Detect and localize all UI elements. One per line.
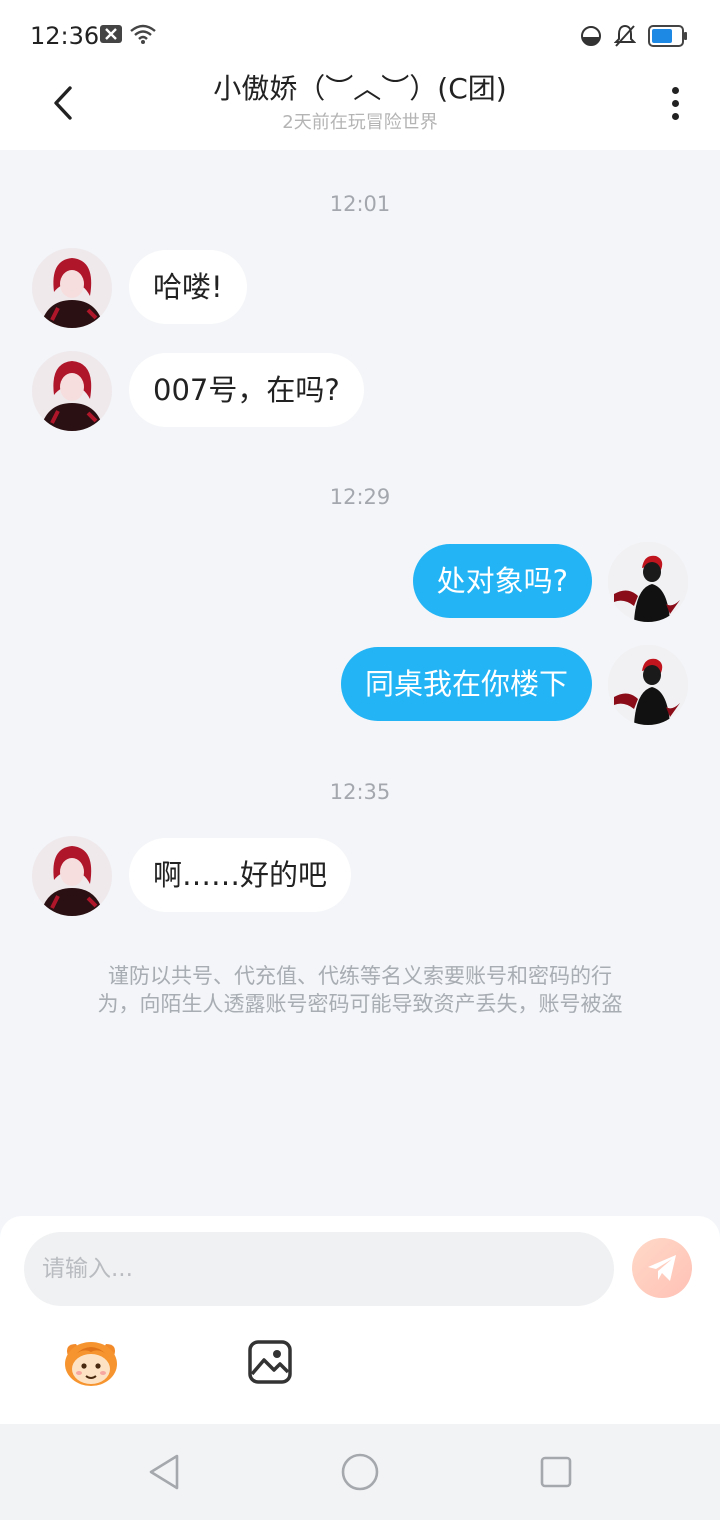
more-options-button[interactable]	[660, 80, 690, 126]
emoji-face-icon	[65, 1342, 117, 1386]
message-timestamp: 12:01	[329, 192, 391, 216]
message-input[interactable]	[24, 1232, 614, 1306]
paper-plane-icon	[648, 1255, 676, 1281]
contact-avatar[interactable]	[32, 351, 112, 431]
system-nav-bar	[0, 1424, 720, 1520]
mute-bell-icon	[613, 24, 637, 52]
message-timestamp: 12:29	[329, 485, 391, 509]
send-button[interactable]	[632, 1238, 692, 1298]
warning-line: 谨防以共号、代充值、代练等名义索要账号和密码的行	[108, 964, 612, 988]
image-icon	[248, 1340, 292, 1384]
wifi-icon	[130, 24, 156, 48]
triangle-back-icon	[149, 1454, 179, 1490]
message-row-outgoing: 处对象吗?	[0, 542, 720, 622]
message-composer	[0, 1216, 720, 1424]
security-warning: 谨防以共号、代充值、代练等名义索要账号和密码的行 为，向陌生人透露账号密码可能导…	[50, 962, 670, 1018]
chat-messages[interactable]: 12:01 哈喽! 007号，在吗? 12:29 处对象吗? 同桌我在你楼下 1…	[0, 150, 720, 1216]
nav-back-button[interactable]	[142, 1450, 186, 1494]
message-row-incoming: 啊……好的吧	[0, 836, 720, 916]
my-avatar[interactable]	[608, 542, 688, 622]
warning-line: 为，向陌生人透露账号密码可能导致资产丢失，账号被盗	[97, 992, 623, 1016]
message-row-incoming: 哈喽!	[0, 248, 720, 328]
status-bar: 12:36	[0, 0, 720, 72]
more-vertical-icon	[671, 86, 679, 94]
data-saver-icon	[580, 25, 602, 51]
battery-icon	[648, 25, 688, 51]
message-bubble-outgoing[interactable]: 同桌我在你楼下	[340, 647, 592, 721]
message-bubble-outgoing[interactable]: 处对象吗?	[412, 544, 592, 618]
emoji-button[interactable]	[60, 1336, 122, 1388]
chat-title: 小傲娇（︶︿︶）(C团)	[213, 72, 507, 105]
message-bubble-incoming[interactable]: 啊……好的吧	[129, 838, 352, 912]
nav-home-button[interactable]	[338, 1450, 382, 1494]
contact-avatar[interactable]	[32, 248, 112, 328]
my-avatar[interactable]	[608, 645, 688, 725]
circle-home-icon	[341, 1453, 379, 1491]
message-bubble-incoming[interactable]: 哈喽!	[129, 250, 247, 324]
chat-subtitle: 2天前在玩冒险世界	[282, 112, 438, 133]
contact-avatar[interactable]	[32, 836, 112, 916]
message-timestamp: 12:35	[329, 780, 391, 804]
image-button[interactable]	[246, 1338, 294, 1386]
message-row-outgoing: 同桌我在你楼下	[0, 645, 720, 725]
chat-header: 小傲娇（︶︿︶）(C团) 2天前在玩冒险世界	[0, 72, 720, 150]
notification-icon	[100, 25, 122, 47]
message-bubble-incoming[interactable]: 007号，在吗?	[129, 353, 364, 427]
status-time: 12:36	[30, 22, 100, 50]
square-recents-icon	[540, 1456, 572, 1488]
message-row-incoming: 007号，在吗?	[0, 351, 720, 431]
nav-recents-button[interactable]	[534, 1450, 578, 1494]
